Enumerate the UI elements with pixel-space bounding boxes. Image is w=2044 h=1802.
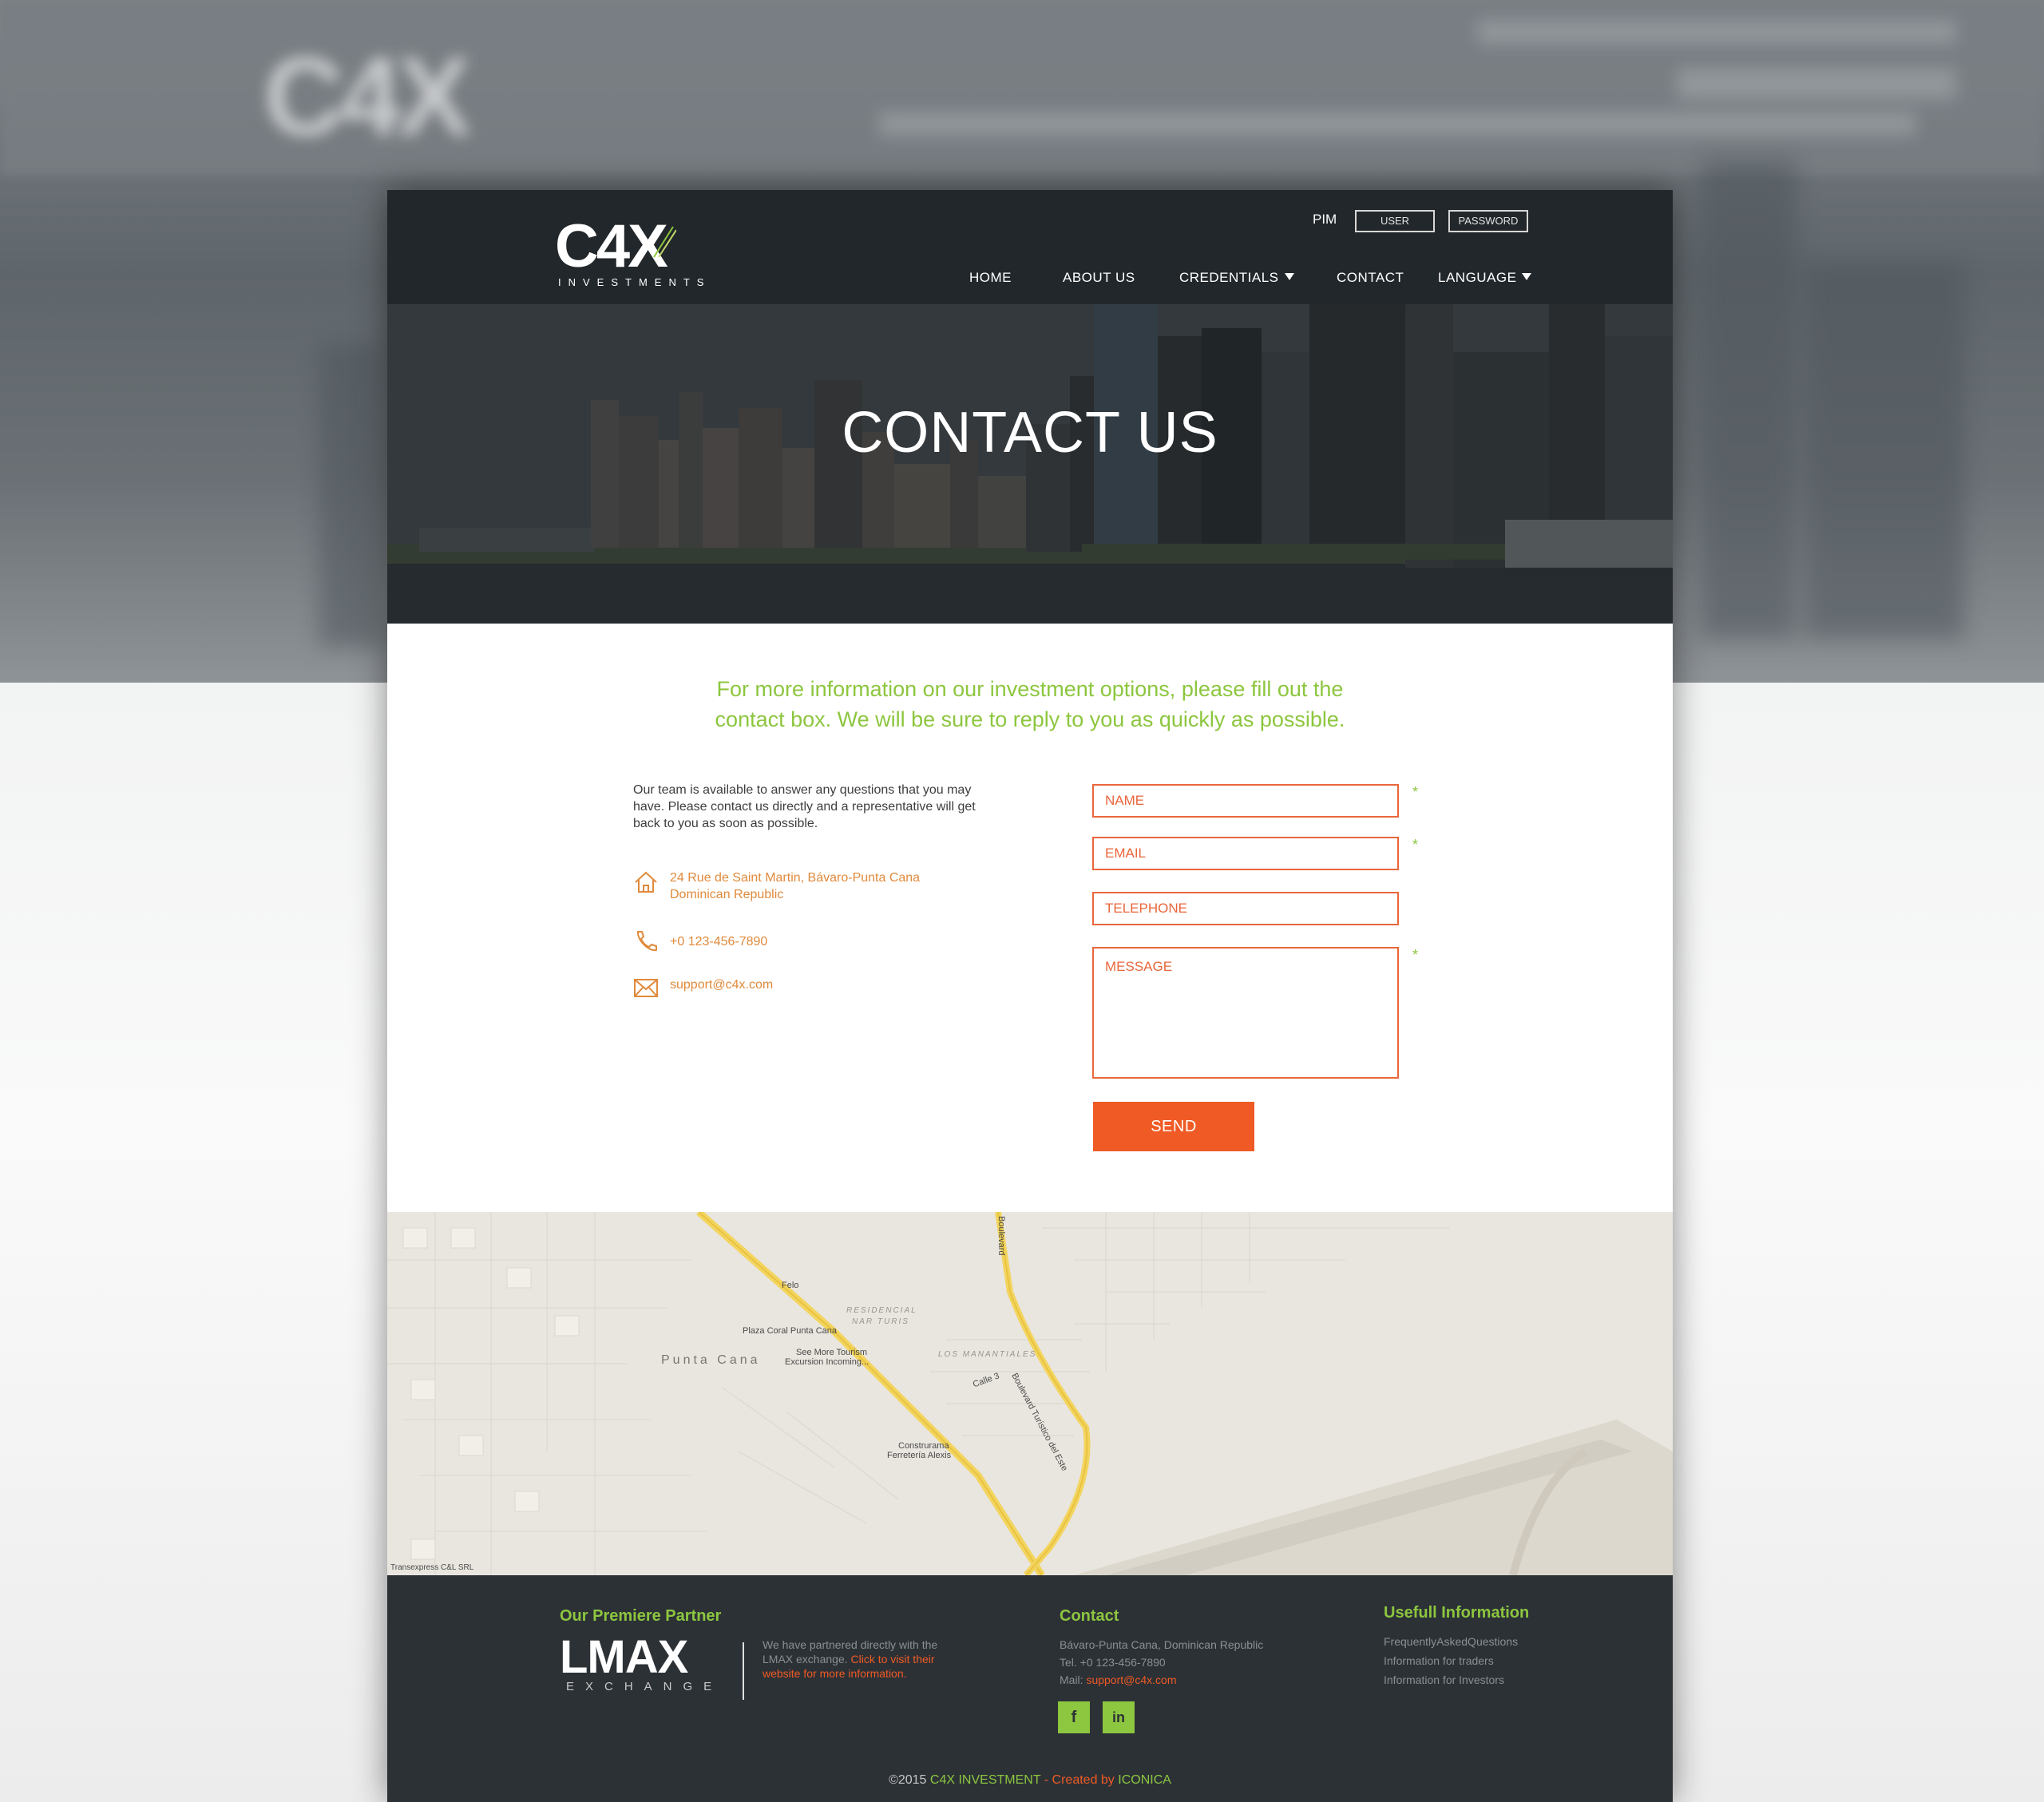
lmax-logo[interactable]: LMAX EXCHANGE — [560, 1631, 723, 1694]
copyright-brand[interactable]: C4X INVESTMENT — [930, 1773, 1040, 1787]
map-poi-label: See More Tourism — [796, 1348, 868, 1357]
map-road-label: Boulevard — [996, 1216, 1006, 1256]
message-textarea[interactable]: MESSAGE — [1092, 947, 1399, 1079]
logo-subtitle: INVESTMENTS — [558, 276, 711, 288]
facebook-icon[interactable]: f — [1058, 1701, 1090, 1733]
useful-link-investors[interactable]: Information for Investors — [1384, 1671, 1504, 1689]
contact-heading: Contact — [1060, 1607, 1119, 1625]
home-icon — [635, 871, 657, 893]
map-poi-label: Excursion Incoming... — [785, 1357, 869, 1367]
backdrop-blur-bar — [1677, 68, 1956, 100]
phone-row: +0 123-456-7890 — [633, 929, 969, 954]
partner-divider — [743, 1642, 744, 1700]
footer-mail-row: Mail: support@c4x.com — [1060, 1671, 1177, 1689]
backdrop-blur-bar — [878, 112, 1916, 136]
backdrop-building — [1804, 263, 1964, 639]
lmax-subtitle: EXCHANGE — [566, 1680, 723, 1693]
telephone-input[interactable]: TELEPHONE — [1092, 892, 1399, 925]
address-line2: Dominican Republic — [670, 888, 784, 901]
useful-link-traders[interactable]: Information for traders — [1384, 1652, 1494, 1669]
caret-down-icon — [1522, 273, 1532, 280]
partner-text: We have partnered directly with the LMAX… — [763, 1638, 937, 1681]
logo-wordmark: C4X — [555, 212, 668, 280]
map-town-label: Punta Cana — [661, 1353, 761, 1367]
backdrop-building — [1701, 160, 1796, 639]
email-row: support@c4x.com — [633, 975, 969, 1000]
copyright-created-by: - Created by — [1044, 1773, 1115, 1787]
required-mark: * — [1412, 837, 1419, 853]
page-card: C4X INVESTMENTS PIM USER PASSWORD HOME A… — [387, 190, 1673, 1802]
email-input[interactable]: EMAIL — [1092, 837, 1399, 870]
useful-heading: Usefull Information — [1384, 1604, 1530, 1622]
phone-number[interactable]: +0 123-456-7890 — [670, 933, 767, 950]
caret-down-icon — [1284, 273, 1294, 280]
email-address[interactable]: support@c4x.com — [670, 976, 773, 993]
nav-language[interactable]: LANGUAGE — [1438, 270, 1532, 286]
logo-stripes-icon — [653, 226, 676, 258]
useful-link-faq[interactable]: FrequentlyAskedQuestions — [1384, 1633, 1518, 1650]
site-logo[interactable]: C4X INVESTMENTS — [555, 212, 711, 289]
nav-home[interactable]: HOME — [969, 270, 1012, 286]
intro-text: For more information on our investment o… — [715, 677, 1345, 731]
info-paragraph: Our team is available to answer any ques… — [633, 783, 976, 830]
partner-link-cont[interactable]: website for more information. — [763, 1667, 907, 1680]
nav-contact[interactable]: CONTACT — [1337, 270, 1404, 286]
nav-language-label: LANGUAGE — [1438, 270, 1517, 285]
site-footer: Our Premiere Partner LMAX EXCHANGE We ha… — [387, 1575, 1673, 1802]
send-button[interactable]: SEND — [1093, 1102, 1254, 1151]
footer-mail-label: Mail: — [1060, 1673, 1083, 1686]
footer-mail-link[interactable]: support@c4x.com — [1086, 1673, 1176, 1686]
map-poi-label: Ferretería Alexis — [887, 1451, 952, 1460]
required-mark: * — [1412, 947, 1419, 963]
map-district-label: NAR TURIS — [852, 1317, 909, 1326]
map-poi-label: Construrama — [898, 1441, 949, 1451]
backdrop-logo: C4X — [263, 34, 471, 159]
phone-icon — [637, 931, 657, 952]
hero-banner: CONTACT US — [387, 304, 1673, 624]
backdrop-building — [319, 343, 383, 647]
map-attribution: Transexpress C&L SRL — [390, 1563, 474, 1572]
footer-phone: Tel. +0 123-456-7890 — [1060, 1656, 1166, 1669]
location-map[interactable]: Punta Cana RESIDENCIAL NAR TURIS LOS MAN… — [387, 1212, 1673, 1575]
copyright-year: ©2015 — [889, 1773, 927, 1787]
site-header: C4X INVESTMENTS PIM USER PASSWORD HOME A… — [387, 190, 1673, 304]
password-input[interactable]: PASSWORD — [1448, 210, 1528, 232]
map-district-label: RESIDENCIAL — [846, 1306, 917, 1315]
partner-heading: Our Premiere Partner — [560, 1607, 722, 1625]
nav-credentials[interactable]: CREDENTIALS — [1179, 270, 1294, 286]
backdrop-blur-bar — [1477, 20, 1956, 44]
partner-text-line2: LMAX exchange. — [763, 1653, 848, 1665]
login-label: PIM — [1313, 212, 1337, 227]
partner-link[interactable]: Click to visit their — [851, 1653, 935, 1665]
copyright: ©2015 C4X INVESTMENT - Created by ICONIC… — [387, 1773, 1673, 1788]
map-poi-label: Felo — [782, 1281, 799, 1290]
required-mark: * — [1412, 784, 1419, 800]
map-poi-label: Plaza Coral Punta Cana — [743, 1326, 838, 1336]
linkedin-icon[interactable]: in — [1103, 1701, 1135, 1733]
nav-about[interactable]: ABOUT US — [1063, 270, 1135, 286]
nav-credentials-label: CREDENTIALS — [1179, 270, 1279, 285]
user-input[interactable]: USER — [1355, 210, 1435, 232]
address-row: 24 Rue de Saint Martin, Bávaro-Punta Can… — [633, 869, 969, 905]
page-title: CONTACT US — [842, 401, 1218, 465]
mail-icon — [634, 979, 658, 997]
copyright-agency[interactable]: ICONICA — [1118, 1773, 1171, 1787]
footer-address: Bávaro-Punta Cana, Dominican Republic — [1060, 1638, 1264, 1651]
name-input[interactable]: NAME — [1092, 784, 1399, 818]
address-line1: 24 Rue de Saint Martin, Bávaro-Punta Can… — [670, 871, 921, 885]
map-district-label: LOS MANANTIALES — [938, 1350, 1037, 1359]
lmax-wordmark: LMAX — [560, 1631, 688, 1683]
partner-text-line1: We have partnered directly with the — [763, 1638, 938, 1651]
